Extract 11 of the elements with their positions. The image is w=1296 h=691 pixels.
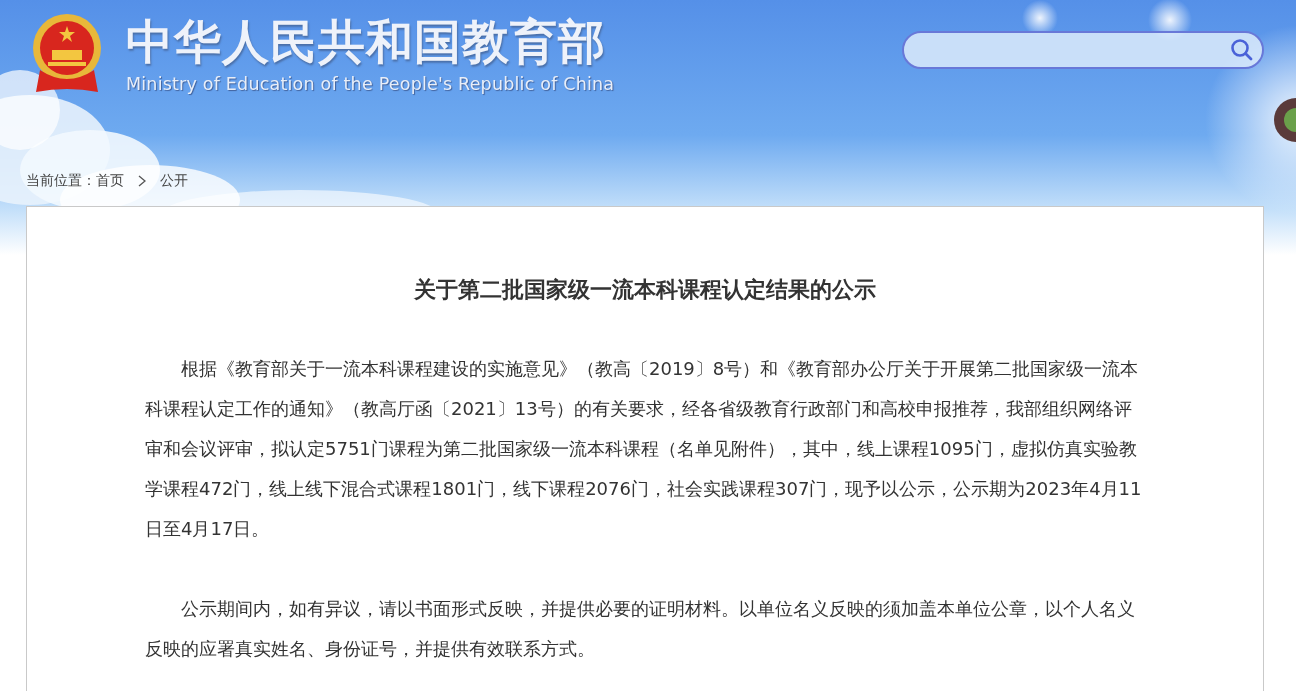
search-field[interactable] — [902, 31, 1264, 69]
breadcrumb-label: 当前位置： — [26, 172, 96, 190]
site-title: 中华人民共和国教育部 — [126, 16, 607, 68]
breadcrumb-link[interactable]: 首页 — [96, 172, 124, 190]
chevron-icon — [138, 175, 146, 187]
search-icon[interactable] — [1230, 38, 1254, 62]
article-title: 关于第二批国家级一流本科课程认定结果的公示 — [413, 276, 877, 304]
site-subtitle: Ministry of Education of the People's Republic of China — [126, 74, 615, 94]
article-paragraph: 公示期间内，如有异议，请以书面形式反映，并提供必要的证明材料。以单位名义反映的须加盖本单位公章，以个人名义反映的应署真实姓名、身份证号，并提供有效联系方式。 — [145, 597, 1136, 661]
breadcrumb-link[interactable]: 公开 — [160, 172, 188, 190]
article-paragraph: 根据《教育部关于一流本科课程建设的实施意见》（教高〔2019〕8号）和《教育部办公厅关于开展第二批国家级一流本科课程认定工作的通知》（教高厅函〔2021〕13号）的有关要求，经各省级教育行政部门和高校申报推荐，我部组织网络评审和会议评审，拟认定5751门课程为第二批国家级一流本科课程（名单见附件），其中，线上课程1095门，虚拟仿真实验教学课程472门，线上线下混合式课程1801门，线下课程2076门，社会实践课程307门，现予以公示，公示期为2023年4月11日至4月17日。 — [145, 357, 1143, 541]
